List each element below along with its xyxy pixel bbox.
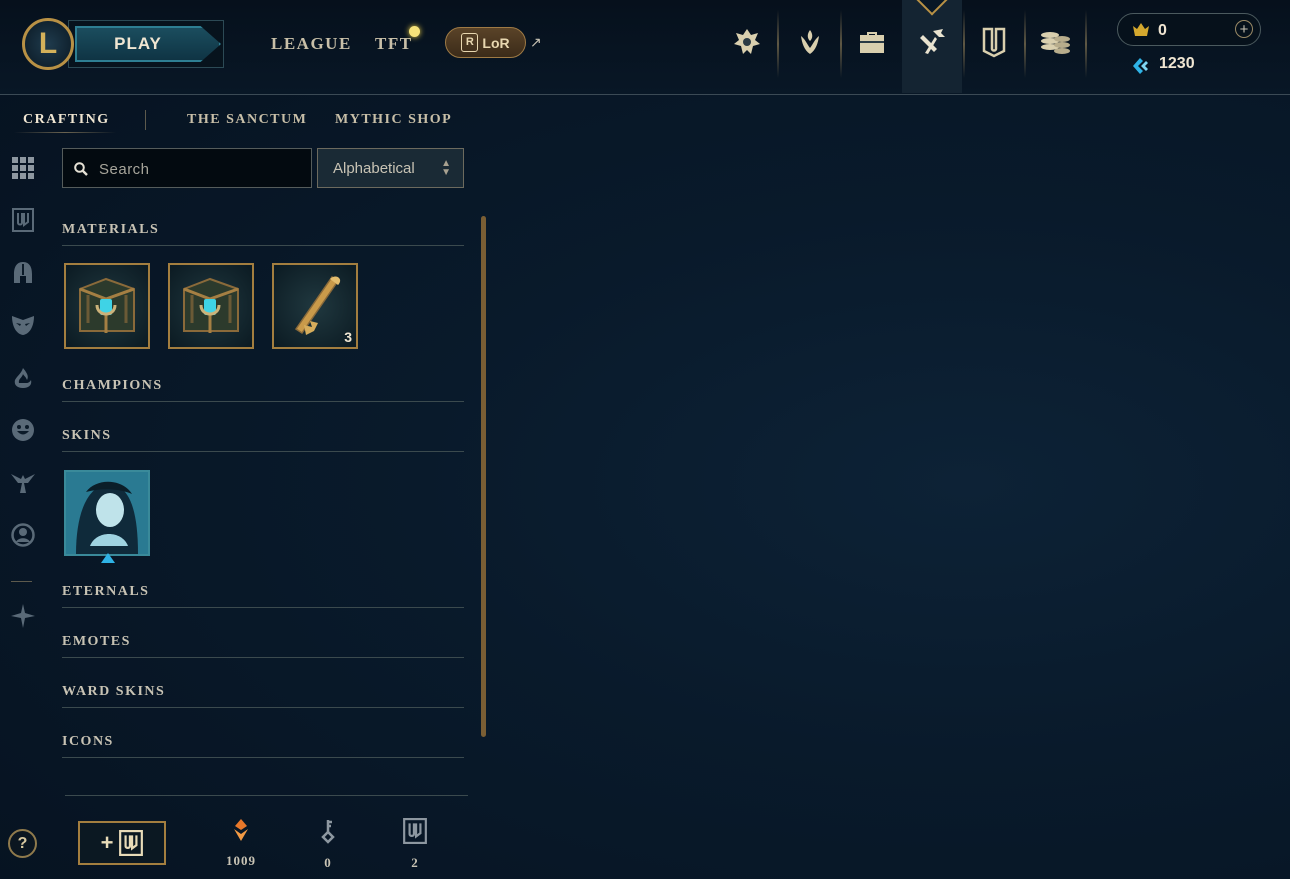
loot-scrollbar[interactable] — [481, 216, 486, 737]
lor-button[interactable]: R LoR — [445, 27, 526, 58]
key-fragments-value: 0 — [324, 855, 332, 870]
filter-other-icon[interactable] — [10, 603, 36, 629]
tab-crafting[interactable]: CRAFTING — [23, 112, 110, 128]
footer-divider — [65, 795, 468, 796]
search-input[interactable] — [97, 158, 301, 180]
chest-icon — [119, 830, 144, 856]
tab-divider — [145, 110, 146, 130]
filter-ward-skins-icon[interactable] — [10, 470, 36, 496]
lor-label: LoR — [482, 34, 510, 51]
search-field[interactable] — [62, 148, 312, 188]
help-button[interactable]: ? — [8, 829, 37, 858]
play-button-label: PLAY — [114, 34, 162, 53]
filter-emotes-icon[interactable] — [10, 417, 36, 443]
play-button[interactable]: PLAY — [68, 20, 224, 68]
store-icon[interactable] — [1037, 22, 1073, 62]
external-link-icon[interactable]: ↗ — [530, 34, 542, 51]
missions-icon[interactable] — [976, 22, 1012, 62]
collection-icon[interactable] — [854, 22, 890, 62]
riot-points-icon — [1131, 21, 1151, 44]
rail-divider — [11, 581, 32, 582]
search-icon — [74, 162, 88, 181]
key-fragment-icon — [321, 820, 335, 844]
profile-icon[interactable] — [792, 22, 828, 62]
nav-tft[interactable]: TFT — [375, 34, 413, 54]
craft-chest-button[interactable]: + — [78, 821, 166, 865]
skin-shard-icon — [66, 472, 148, 554]
tab-the-sanctum[interactable]: THE SANCTUM — [187, 112, 307, 128]
hextech-key-tile[interactable]: 3 — [272, 263, 358, 349]
orange-essence-icon — [234, 819, 248, 841]
active-tab-underline — [14, 132, 116, 133]
key-fragments-stat: 0 — [303, 818, 353, 871]
hextech-chest-tile[interactable] — [168, 263, 254, 349]
tab-mythic-shop[interactable]: MYTHIC SHOP — [335, 112, 452, 128]
filter-chests-icon[interactable] — [10, 207, 36, 233]
riot-points-wallet: 0 + — [1117, 13, 1261, 46]
hextech-chest-icon — [183, 277, 239, 333]
plus-icon: + — [100, 830, 114, 855]
riot-points-value: 0 — [1158, 22, 1167, 39]
sort-value: Alphabetical — [333, 160, 415, 177]
orange-essence-stat: 1009 — [216, 818, 266, 869]
blue-essence-icon — [1131, 56, 1149, 81]
hextech-chest-tile[interactable] — [64, 263, 150, 349]
home-icon[interactable] — [729, 22, 765, 62]
section-champions[interactable]: CHAMPIONS — [62, 378, 163, 394]
chest-icon — [403, 818, 427, 844]
top-navigation-bar: L PLAY LEAGUE TFT R LoR ↗ 0 + 1230 — [0, 0, 1290, 95]
notification-dot-icon — [409, 26, 420, 37]
add-riot-points-button[interactable]: + — [1235, 20, 1253, 38]
orange-essence-value: 1009 — [226, 853, 256, 868]
section-eternals[interactable]: ETERNALS — [62, 584, 149, 600]
filter-all-icon[interactable] — [10, 155, 36, 181]
loot-icon[interactable] — [914, 22, 950, 62]
league-logo-icon[interactable]: L — [22, 18, 74, 70]
sort-chevrons-icon: ▲ ▼ — [441, 158, 451, 178]
riot-r-icon: R — [461, 33, 479, 52]
filter-champions-icon[interactable] — [10, 260, 36, 286]
blue-essence-marker-icon — [101, 553, 115, 563]
section-skins[interactable]: SKINS — [62, 428, 112, 444]
chests-stat: 2 — [390, 818, 440, 871]
section-ward-skins[interactable]: WARD SKINS — [62, 684, 165, 700]
section-icons[interactable]: ICONS — [62, 734, 114, 750]
skin-shard-tile[interactable] — [64, 470, 150, 563]
nav-league[interactable]: LEAGUE — [271, 34, 352, 54]
key-count: 3 — [344, 329, 352, 345]
section-materials[interactable]: MATERIALS — [62, 222, 159, 238]
sort-dropdown[interactable]: Alphabetical ▲ ▼ — [317, 148, 464, 188]
hextech-chest-icon — [79, 277, 135, 333]
filter-icons-icon[interactable] — [10, 522, 36, 548]
blue-essence-value: 1230 — [1159, 55, 1195, 72]
section-emotes[interactable]: EMOTES — [62, 634, 131, 650]
chests-value: 2 — [411, 855, 419, 870]
filter-eternals-icon[interactable] — [10, 365, 36, 391]
filter-skins-icon[interactable] — [10, 312, 36, 338]
